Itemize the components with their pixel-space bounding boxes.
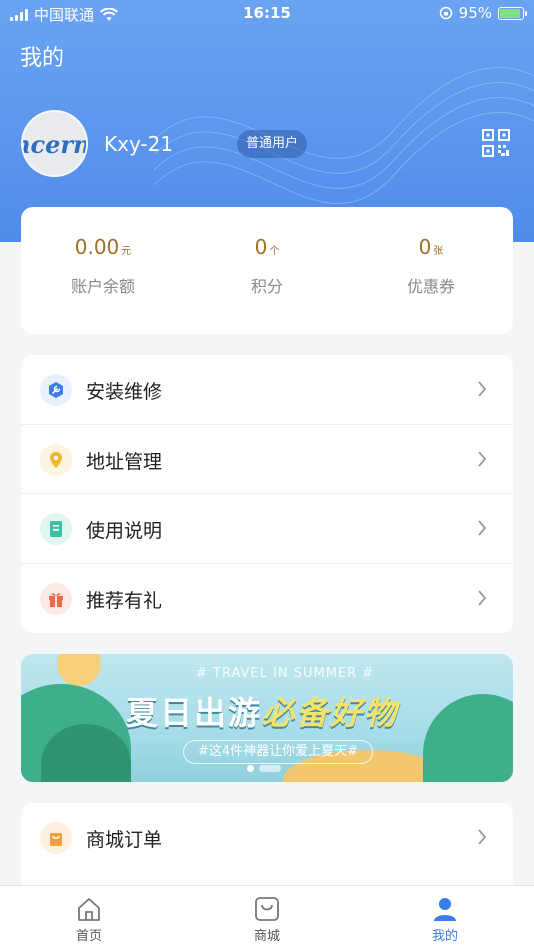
menu-item-label: 地址管理 xyxy=(86,450,163,473)
balance-value: 0.00 xyxy=(74,235,120,259)
balance-label: 账户余额 xyxy=(70,277,135,296)
shop-icon xyxy=(255,897,279,921)
menu-item-label: 使用说明 xyxy=(86,520,163,542)
home-icon xyxy=(78,898,100,921)
tab-label: 首页 xyxy=(75,929,102,944)
account-stats-card: 0.00 元 账户余额 0个 积分 0张 优惠券 xyxy=(21,207,513,334)
stat-points[interactable]: 0个 积分 xyxy=(185,235,349,297)
battery-percent: 95% xyxy=(458,4,492,22)
page-title: 我的 xyxy=(20,46,65,71)
chevron-right-icon xyxy=(478,520,487,536)
menu-item-label: 推荐有礼 xyxy=(86,589,163,612)
gift-icon xyxy=(40,582,72,615)
carousel-indicator xyxy=(247,765,281,772)
user-icon xyxy=(434,898,456,921)
tab-label: 我的 xyxy=(431,929,458,944)
location-pin-icon xyxy=(40,443,72,476)
balance-unit: 元 xyxy=(121,246,132,257)
stat-balance[interactable]: 0.00 元 账户余额 xyxy=(21,235,185,297)
avatar[interactable]: ncern xyxy=(21,110,88,177)
hill-illustration xyxy=(423,694,513,782)
orientation-lock-icon xyxy=(439,6,452,20)
book-icon xyxy=(40,513,72,545)
tab-mall[interactable]: 商城 xyxy=(217,892,317,944)
points-value: 0 xyxy=(254,235,268,259)
status-bar: 中国联通 16:15 95% xyxy=(0,0,534,28)
chevron-right-icon xyxy=(478,450,487,467)
menu-item-label: 商城订单 xyxy=(86,829,163,851)
banner-tagline: #这4件神器让你爱上夏天# xyxy=(183,740,374,764)
battery-icon xyxy=(498,6,527,20)
chevron-right-icon xyxy=(478,381,487,397)
member-level-badge: 普通用户 xyxy=(237,130,308,158)
banner-subtitle: # TRAVEL IN SUMMER # xyxy=(196,666,375,681)
coupons-unit: 张 xyxy=(433,246,444,257)
menu-item-label: 安装维修 xyxy=(86,381,163,403)
banner-headline: 夏日出游必备好物 xyxy=(126,694,399,732)
points-label: 积分 xyxy=(250,277,283,296)
chevron-right-icon xyxy=(478,589,487,606)
tab-home[interactable]: 首页 xyxy=(39,892,139,944)
sun-illustration xyxy=(57,654,101,686)
wrench-icon xyxy=(40,374,72,406)
chevron-right-icon xyxy=(478,829,487,845)
promo-banner[interactable]: # TRAVEL IN SUMMER # 夏日出游必备好物 #这4件神器让你爱上… xyxy=(21,654,513,782)
points-unit: 个 xyxy=(269,246,280,257)
tab-mine[interactable]: 我的 xyxy=(395,892,495,944)
service-menu: 安装维修 地址管理 使用说明 推荐有礼 xyxy=(21,355,513,633)
menu-item-referral[interactable]: 推荐有礼 xyxy=(21,564,513,634)
qr-code-icon[interactable] xyxy=(482,129,510,157)
shopping-bag-icon xyxy=(40,822,72,854)
menu-item-install-repair[interactable]: 安装维修 xyxy=(21,355,513,425)
coupons-label: 优惠券 xyxy=(406,277,455,296)
orders-menu: 商城订单 xyxy=(21,803,513,893)
menu-item-instructions[interactable]: 使用说明 xyxy=(21,494,513,564)
bottom-tab-bar: 首页 商城 我的 xyxy=(0,885,534,950)
stat-coupons[interactable]: 0张 优惠券 xyxy=(349,235,513,297)
menu-item-address[interactable]: 地址管理 xyxy=(21,425,513,494)
username[interactable]: Kxy-21 xyxy=(104,132,173,156)
menu-item-mall-orders[interactable]: 商城订单 xyxy=(21,803,513,873)
coupons-value: 0 xyxy=(418,235,432,259)
tab-label: 商城 xyxy=(253,929,280,944)
